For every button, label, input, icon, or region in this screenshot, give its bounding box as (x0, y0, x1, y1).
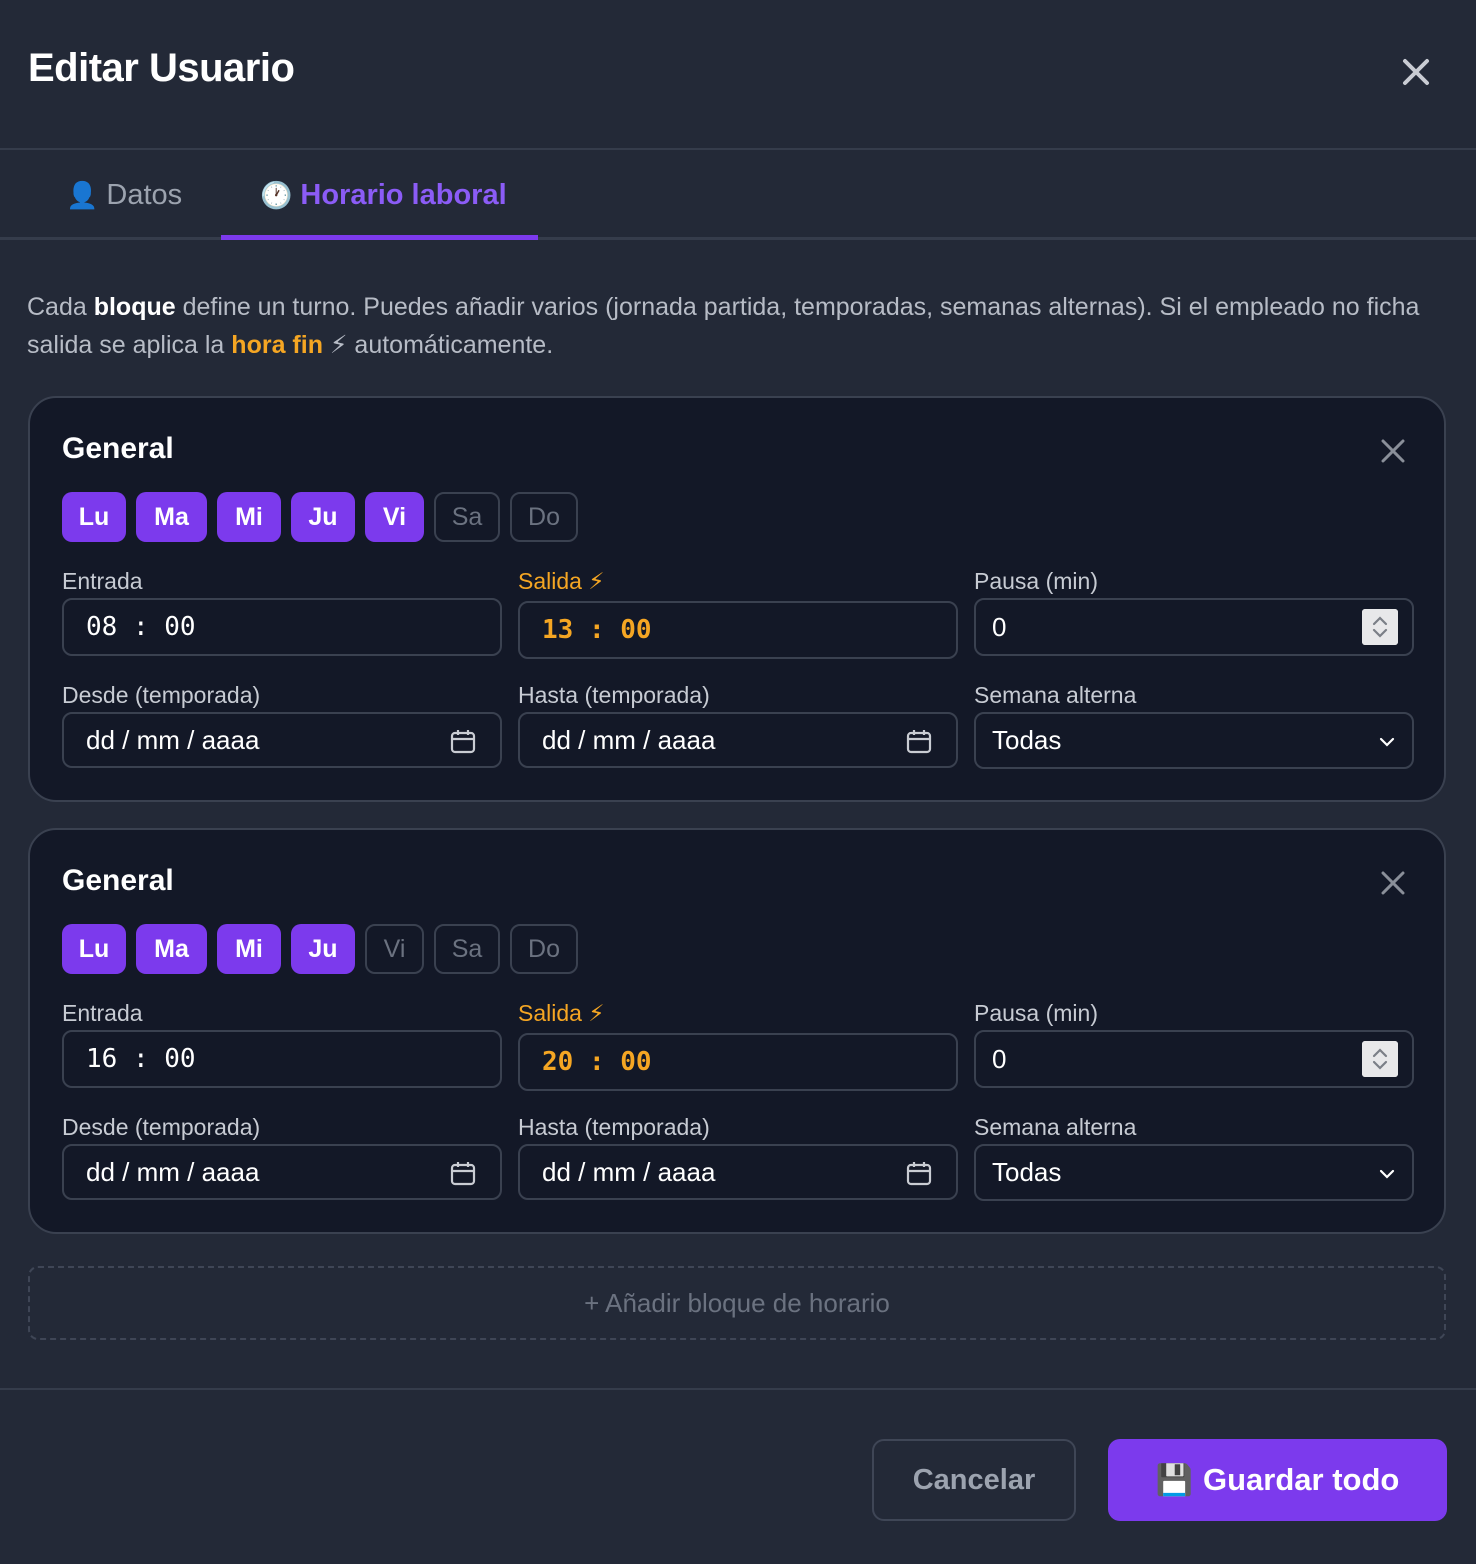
semana-select[interactable]: Todas (974, 1144, 1414, 1201)
intro-highlight: hora fin (231, 331, 323, 359)
day-selector: Lu Ma Mi Ju Vi Sa Do (62, 924, 588, 974)
add-block-button[interactable]: + Añadir bloque de horario (28, 1266, 1446, 1340)
desde-label: Desde (temporada) (62, 1114, 261, 1140)
pausa-label: Pausa (min) (974, 1000, 1098, 1026)
number-spinner-icon[interactable] (1362, 1041, 1398, 1077)
calendar-icon[interactable] (906, 1161, 932, 1187)
desde-date-input[interactable]: dd / mm / aaaa (62, 1144, 502, 1200)
hasta-value: dd / mm / aaaa (542, 1156, 716, 1187)
calendar-icon[interactable] (450, 1161, 476, 1187)
user-icon: 👤 (66, 179, 99, 210)
semana-select[interactable]: Todas (974, 712, 1414, 769)
salida-label-text: Salida (518, 568, 582, 594)
schedule-block: General Lu Ma Mi Ju Vi Sa Do Entrada Salida ⚡ Paus… (28, 828, 1446, 1234)
bolt-icon: ⚡ (588, 1000, 605, 1026)
desde-label: Desde (temporada) (62, 682, 261, 708)
tab-datos[interactable]: 👤 Datos (66, 150, 182, 240)
entrada-label: Entrada (62, 568, 143, 594)
salida-label-text: Salida (518, 1000, 582, 1026)
intro-bold: bloque (93, 293, 176, 321)
tab-horario-laboral[interactable]: 🕐 Horario laboral (260, 150, 507, 240)
salida-time-input[interactable]: 13 : 00 (518, 601, 958, 659)
tab-bar: 👤 Datos 🕐 Horario laboral (0, 150, 1476, 240)
entrada-time-input[interactable]: 08 : 00 (62, 598, 502, 656)
block-title: General (62, 864, 174, 897)
number-spinner-icon[interactable] (1362, 609, 1398, 645)
day-toggle-3[interactable]: Ju (291, 492, 355, 542)
day-toggle-0[interactable]: Lu (62, 492, 126, 542)
intro-part3: automáticamente. (347, 331, 554, 359)
salida-label: Salida ⚡ (518, 1000, 604, 1027)
modal-title: Editar Usuario (28, 46, 295, 90)
schedule-block: General Lu Ma Mi Ju Vi Sa Do Entrada Salida ⚡ Paus… (28, 396, 1446, 802)
day-selector: Lu Ma Mi Ju Vi Sa Do (62, 492, 588, 542)
entrada-time-input[interactable]: 16 : 00 (62, 1030, 502, 1088)
clock-icon: 🕐 (260, 179, 293, 210)
chevron-down-icon (1379, 737, 1395, 747)
hasta-label: Hasta (temporada) (518, 1114, 710, 1140)
pausa-value: 0 (992, 611, 1007, 642)
pausa-label: Pausa (min) (974, 568, 1098, 594)
hasta-label: Hasta (temporada) (518, 682, 710, 708)
pausa-value: 0 (992, 1043, 1007, 1074)
day-toggle-1[interactable]: Ma (136, 492, 207, 542)
hasta-date-input[interactable]: dd / mm / aaaa (518, 1144, 958, 1200)
remove-block-icon[interactable] (1376, 434, 1410, 468)
bolt-icon: ⚡ (588, 568, 605, 594)
intro-text: Cada bloque define un turno. Puedes añad… (27, 288, 1447, 364)
calendar-icon[interactable] (906, 729, 932, 755)
chevron-down-icon (1379, 1169, 1395, 1179)
desde-value: dd / mm / aaaa (86, 1156, 260, 1187)
day-toggle-5[interactable]: Sa (434, 924, 500, 974)
tab-datos-label: Datos (106, 178, 183, 211)
pausa-number-input[interactable]: 0 (974, 598, 1414, 656)
tab-horario-label: Horario laboral (300, 178, 507, 211)
bolt-icon: ⚡ (329, 331, 348, 359)
close-icon[interactable] (1396, 52, 1436, 92)
cancel-button[interactable]: Cancelar (872, 1439, 1076, 1521)
entrada-label: Entrada (62, 1000, 143, 1026)
day-toggle-1[interactable]: Ma (136, 924, 207, 974)
semana-label: Semana alterna (974, 1114, 1137, 1140)
day-toggle-4[interactable]: Vi (365, 492, 424, 542)
block-title: General (62, 432, 174, 465)
salida-label: Salida ⚡ (518, 568, 604, 595)
day-toggle-6[interactable]: Do (510, 492, 578, 542)
calendar-icon[interactable] (450, 729, 476, 755)
floppy-disk-icon: 💾 (1155, 1463, 1193, 1497)
save-all-label: Guardar todo (1203, 1462, 1400, 1497)
day-toggle-4[interactable]: Vi (365, 924, 424, 974)
day-toggle-0[interactable]: Lu (62, 924, 126, 974)
active-tab-indicator (221, 235, 538, 240)
semana-value: Todas (992, 1157, 1062, 1187)
semana-label: Semana alterna (974, 682, 1137, 708)
day-toggle-3[interactable]: Ju (291, 924, 355, 974)
save-all-button[interactable]: 💾 Guardar todo (1108, 1439, 1447, 1521)
intro-part1: Cada (27, 293, 94, 321)
desde-date-input[interactable]: dd / mm / aaaa (62, 712, 502, 768)
footer-divider (0, 1388, 1476, 1390)
pausa-number-input[interactable]: 0 (974, 1030, 1414, 1088)
day-toggle-5[interactable]: Sa (434, 492, 500, 542)
day-toggle-2[interactable]: Mi (217, 924, 281, 974)
semana-value: Todas (992, 725, 1062, 755)
day-toggle-6[interactable]: Do (510, 924, 578, 974)
hasta-value: dd / mm / aaaa (542, 724, 716, 755)
desde-value: dd / mm / aaaa (86, 724, 260, 755)
remove-block-icon[interactable] (1376, 866, 1410, 900)
day-toggle-2[interactable]: Mi (217, 492, 281, 542)
salida-time-input[interactable]: 20 : 00 (518, 1033, 958, 1091)
hasta-date-input[interactable]: dd / mm / aaaa (518, 712, 958, 768)
modal-header: Editar Usuario (0, 0, 1476, 150)
